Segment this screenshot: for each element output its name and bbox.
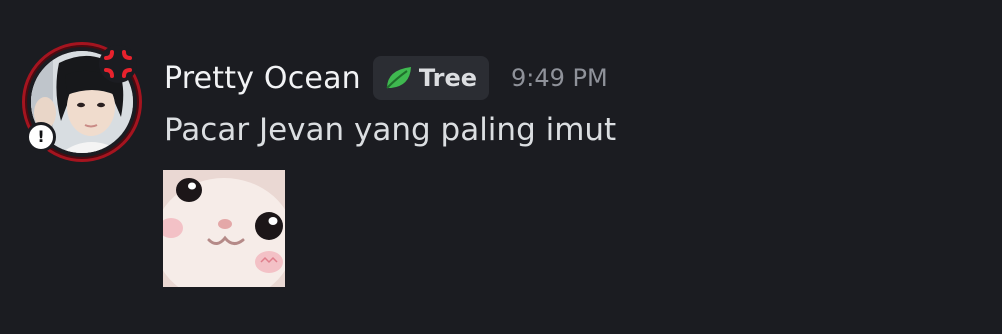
role-tag-label: Tree [418, 64, 477, 92]
role-tag[interactable]: Tree [372, 56, 489, 100]
timestamp: 9:49 PM [511, 64, 608, 92]
message-text: Pacar Jevan yang paling imut [164, 112, 617, 148]
chat-message: ! Pretty Ocean Tree 9:49 PM Pacar Jevan … [0, 0, 1002, 334]
leaf-icon [386, 67, 411, 89]
white-cat-sticker[interactable] [163, 170, 285, 287]
message-header: Pretty Ocean Tree 9:49 PM [164, 56, 608, 100]
anger-symbol-icon [99, 45, 137, 83]
username[interactable]: Pretty Ocean [164, 61, 361, 96]
exclamation-icon: ! [26, 122, 56, 152]
avatar[interactable]: ! [22, 42, 142, 162]
